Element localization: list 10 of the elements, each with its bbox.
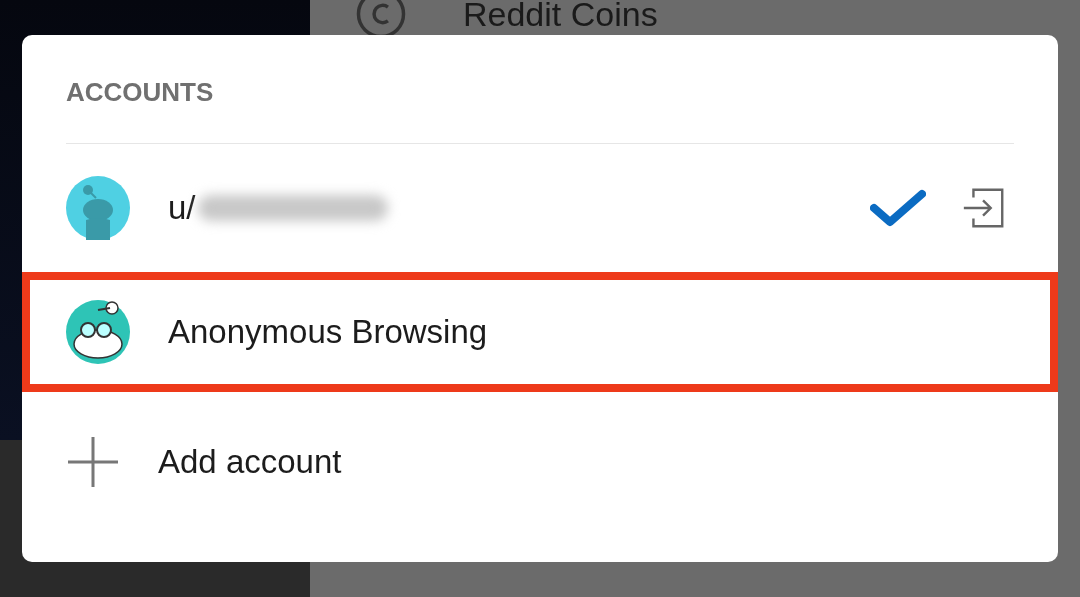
- account-name: u/: [168, 189, 196, 227]
- avatar-icon: [66, 176, 130, 240]
- account-row[interactable]: u/: [22, 144, 1058, 272]
- add-account-label: Add account: [158, 443, 342, 481]
- account-name: Anonymous Browsing: [168, 313, 488, 351]
- dialog-title: ACCOUNTS: [65, 76, 215, 109]
- add-account-row[interactable]: Add account: [22, 392, 1058, 532]
- plus-icon: [68, 437, 118, 487]
- avatar-icon: [66, 300, 130, 364]
- highlighted-account-row[interactable]: Anonymous Browsing: [22, 272, 1058, 392]
